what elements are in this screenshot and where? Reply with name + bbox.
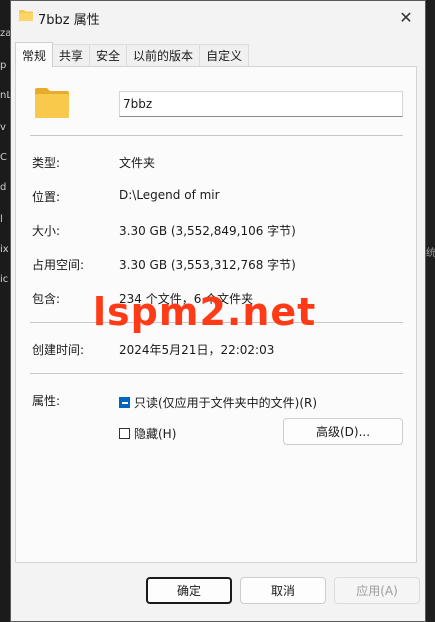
divider xyxy=(30,135,403,136)
close-button[interactable]: ✕ xyxy=(387,1,425,33)
disk-size-value: 3.30 GB (3,553,312,768 字节) xyxy=(119,258,296,272)
window-title: 7bbz 属性 xyxy=(38,13,100,28)
hidden-label: 隐藏(H) xyxy=(134,427,177,441)
type-value: 文件夹 xyxy=(119,156,156,170)
disk-size-label: 占用空间: xyxy=(32,258,85,272)
ok-button[interactable]: 确定 xyxy=(146,577,232,604)
background-text: p xyxy=(0,60,7,71)
background-text: C xyxy=(0,152,7,163)
tab-general[interactable]: 常规 xyxy=(15,42,54,67)
folder-name-input[interactable] xyxy=(119,91,403,117)
background-text: za xyxy=(0,28,10,39)
location-label: 位置: xyxy=(32,190,61,204)
close-icon: ✕ xyxy=(399,7,413,27)
created-value: 2024年5月21日，22:02:03 xyxy=(119,343,275,357)
advanced-button[interactable]: 高级(D)... xyxy=(283,418,403,445)
cancel-button[interactable]: 取消 xyxy=(240,577,326,604)
tab-sharing[interactable]: 共享 xyxy=(52,44,91,66)
hidden-checkbox[interactable]: 隐藏(H) xyxy=(119,425,176,442)
folder-icon xyxy=(19,10,33,21)
title-bar[interactable]: 7bbz 属性 ✕ xyxy=(11,1,425,33)
folder-icon xyxy=(35,88,69,118)
size-value: 3.30 GB (3,552,849,106 字节) xyxy=(119,224,296,238)
tab-bar: 常规 共享 安全 以前的版本 自定义 xyxy=(15,42,250,67)
attributes-label: 属性: xyxy=(32,394,61,408)
created-label: 创建时间: xyxy=(32,343,85,357)
background-text: nL xyxy=(0,90,10,101)
size-label: 大小: xyxy=(32,224,61,238)
background-text: l xyxy=(0,214,3,225)
background-text-right: 统 xyxy=(426,248,435,259)
background-text: v xyxy=(0,122,6,133)
tab-previous-versions[interactable]: 以前的版本 xyxy=(126,44,201,66)
location-value: D:\Legend of mir xyxy=(119,188,220,202)
background-text: d xyxy=(0,182,7,193)
watermark: lspm2.net xyxy=(93,290,317,334)
readonly-checkbox[interactable]: 只读(仅应用于文件夹中的文件)(R) xyxy=(119,394,317,411)
tab-customize[interactable]: 自定义 xyxy=(199,44,250,66)
tab-security[interactable]: 安全 xyxy=(89,44,128,66)
type-label: 类型: xyxy=(32,156,61,170)
checkbox-unchecked-icon xyxy=(119,428,130,439)
contains-label: 包含: xyxy=(32,292,61,306)
checkbox-indeterminate-icon xyxy=(119,397,130,408)
background-text: ic xyxy=(0,274,9,285)
background-text: ix xyxy=(0,244,9,255)
readonly-label: 只读(仅应用于文件夹中的文件)(R) xyxy=(134,396,318,410)
apply-button[interactable]: 应用(A) xyxy=(334,577,420,604)
divider xyxy=(30,373,403,374)
